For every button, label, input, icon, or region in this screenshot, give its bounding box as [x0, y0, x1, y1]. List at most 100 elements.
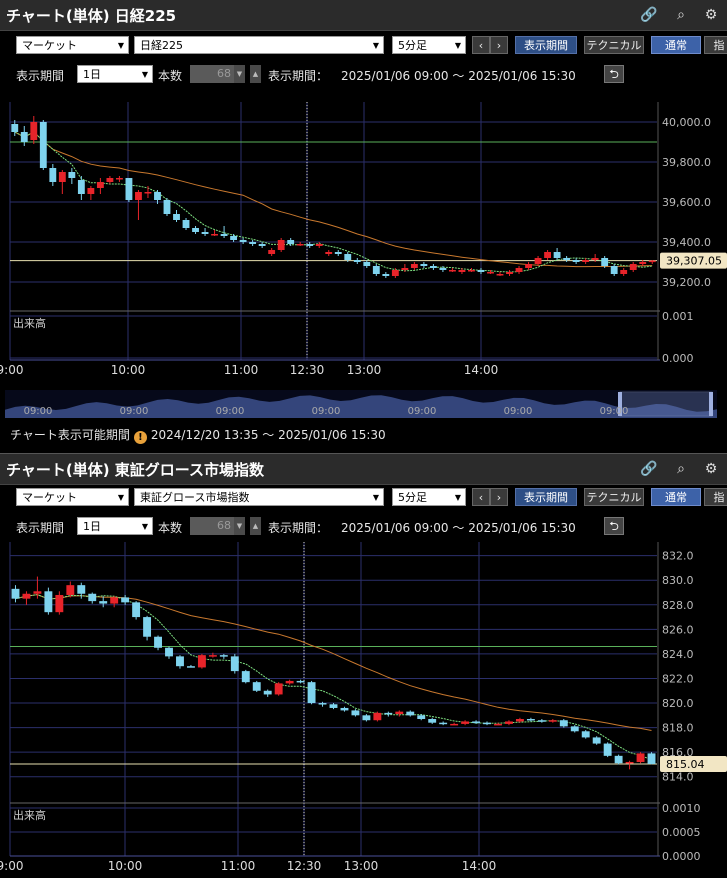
moving-average-short: [15, 594, 652, 761]
candle-body: [176, 656, 184, 667]
candle-body: [306, 244, 314, 246]
price-chart[interactable]: 40,000.0 39,800.0 39,600.0 39,400.0 39,200.0…: [0, 90, 727, 450]
x-tick-label: 12:30: [287, 859, 322, 873]
x-tick-label: 12:30: [290, 363, 325, 377]
search-icon[interactable]: ⌕: [672, 460, 690, 478]
period-select[interactable]: 1日 ▼: [77, 517, 153, 535]
warning-icon: !: [133, 431, 147, 444]
chevron-down-icon: ▼: [117, 493, 124, 502]
interval-select[interactable]: 5分足 ▼: [392, 488, 466, 506]
cut-button[interactable]: 指: [704, 488, 727, 506]
period-label: 表示期間: [16, 69, 65, 83]
y-tick-label: 830.0: [662, 574, 694, 587]
increment-icon[interactable]: ▲: [250, 517, 261, 535]
period-button[interactable]: 表示期間: [515, 36, 577, 54]
moving-average-long: [14, 131, 653, 268]
price-chart[interactable]: 832.0 830.0 828.0 826.0 824.0 822.0 820.0 818.0…: [0, 542, 727, 878]
link-icon[interactable]: 🔗: [640, 6, 658, 24]
candle-body: [636, 753, 645, 762]
toolbar: マーケット ▼ 日経225 ▼ 5分足 ▼ ‹ › 表示期間 テクニカル 通常 指: [0, 36, 727, 58]
candle-body: [363, 262, 371, 266]
title-bar: チャート(単体) 東証グロース市場指数 🔗 ⌕ ⚙: [0, 453, 727, 485]
count-input[interactable]: 68: [190, 517, 234, 535]
normal-button[interactable]: 通常: [651, 36, 701, 54]
interval-select-value: 5分足: [398, 491, 427, 504]
candle-body: [647, 753, 656, 764]
next-button[interactable]: ›: [490, 36, 508, 54]
symbol-select[interactable]: 東証グロース市場指数 ▼: [134, 488, 384, 506]
candle-body: [353, 260, 361, 262]
candle-body: [450, 723, 459, 726]
reset-icon[interactable]: ⮌: [604, 65, 624, 83]
prev-button[interactable]: ‹: [472, 36, 490, 54]
candle-body: [537, 720, 546, 722]
decrement-icon[interactable]: ▼: [234, 517, 245, 535]
availability-label: チャート表示可能期間: [10, 428, 130, 442]
settings-icon[interactable]: ⚙: [702, 6, 720, 24]
candle-body: [182, 220, 190, 228]
candle-body: [614, 755, 623, 764]
count-input[interactable]: 68: [190, 65, 234, 83]
candle-body: [449, 270, 456, 272]
chevron-down-icon: ▼: [141, 522, 148, 531]
candle-body: [340, 707, 349, 711]
navigator-tick-label: 09:00: [120, 406, 149, 417]
candle-body: [563, 258, 571, 260]
market-select[interactable]: マーケット ▼: [16, 36, 129, 54]
period-select-value: 1日: [83, 520, 101, 533]
prev-button[interactable]: ‹: [472, 488, 490, 506]
period-button[interactable]: 表示期間: [515, 488, 577, 506]
period-row: 表示期間 1日 ▼ 本数 68 ▼ ▲ 表示期間： 2025/01/06 09:0…: [0, 65, 727, 87]
candle-body: [610, 266, 618, 274]
candle-body: [44, 591, 53, 613]
candle-body: [553, 252, 561, 258]
candle-body: [382, 274, 390, 276]
candle-body: [496, 274, 504, 276]
candle-body: [96, 182, 104, 188]
search-icon[interactable]: ⌕: [672, 6, 690, 24]
candle-body: [258, 244, 266, 246]
navigator-tick-label: 09:00: [504, 406, 533, 417]
chevron-down-icon: ▼: [454, 41, 461, 50]
candle-body: [391, 270, 399, 276]
cut-button[interactable]: 指: [704, 36, 727, 54]
candle-body: [351, 710, 360, 716]
increment-icon[interactable]: ▲: [250, 65, 261, 83]
period-select[interactable]: 1日 ▼: [77, 65, 153, 83]
candle-body: [559, 720, 568, 727]
settings-icon[interactable]: ⚙: [702, 460, 720, 478]
reset-icon[interactable]: ⮌: [604, 517, 624, 535]
candle-body: [285, 680, 294, 684]
interval-select[interactable]: 5分足 ▼: [392, 36, 466, 54]
y-tick-label: 814.0: [662, 771, 694, 784]
candle-body: [211, 234, 218, 236]
title-bar: チャート(単体) 日経225 🔗 ⌕ ⚙: [0, 0, 727, 31]
candle-body: [296, 244, 304, 246]
navigator-window: [619, 391, 713, 417]
candle-body: [33, 591, 42, 594]
period-row: 表示期間 1日 ▼ 本数 68 ▼ ▲ 表示期間： 2025/01/06 09:0…: [0, 517, 727, 539]
candle-body: [49, 168, 57, 182]
candle-body: [88, 593, 97, 602]
candle-body: [384, 712, 393, 715]
link-icon[interactable]: 🔗: [640, 460, 658, 478]
moving-average-long: [15, 594, 652, 731]
candle-body: [406, 711, 415, 716]
panel-title: チャート(単体) 東証グロース市場指数: [6, 461, 265, 479]
chevron-down-icon: ▼: [372, 41, 379, 50]
normal-button[interactable]: 通常: [651, 488, 701, 506]
technical-button[interactable]: テクニカル: [584, 488, 644, 506]
y-tick-label: 39,400.0: [662, 236, 711, 249]
market-select-value: マーケット: [22, 39, 77, 52]
candle-body: [487, 272, 494, 274]
candle-body: [274, 683, 283, 695]
technical-button[interactable]: テクニカル: [584, 36, 644, 54]
market-select[interactable]: マーケット ▼: [16, 488, 129, 506]
next-button[interactable]: ›: [490, 488, 508, 506]
count-label: 本数: [158, 69, 183, 83]
volume-tick-label: 0.0005: [662, 826, 701, 839]
symbol-select[interactable]: 日経225 ▼: [134, 36, 384, 54]
candle-body: [115, 178, 123, 180]
decrement-icon[interactable]: ▼: [234, 65, 245, 83]
y-tick-label: 39,600.0: [662, 196, 711, 209]
